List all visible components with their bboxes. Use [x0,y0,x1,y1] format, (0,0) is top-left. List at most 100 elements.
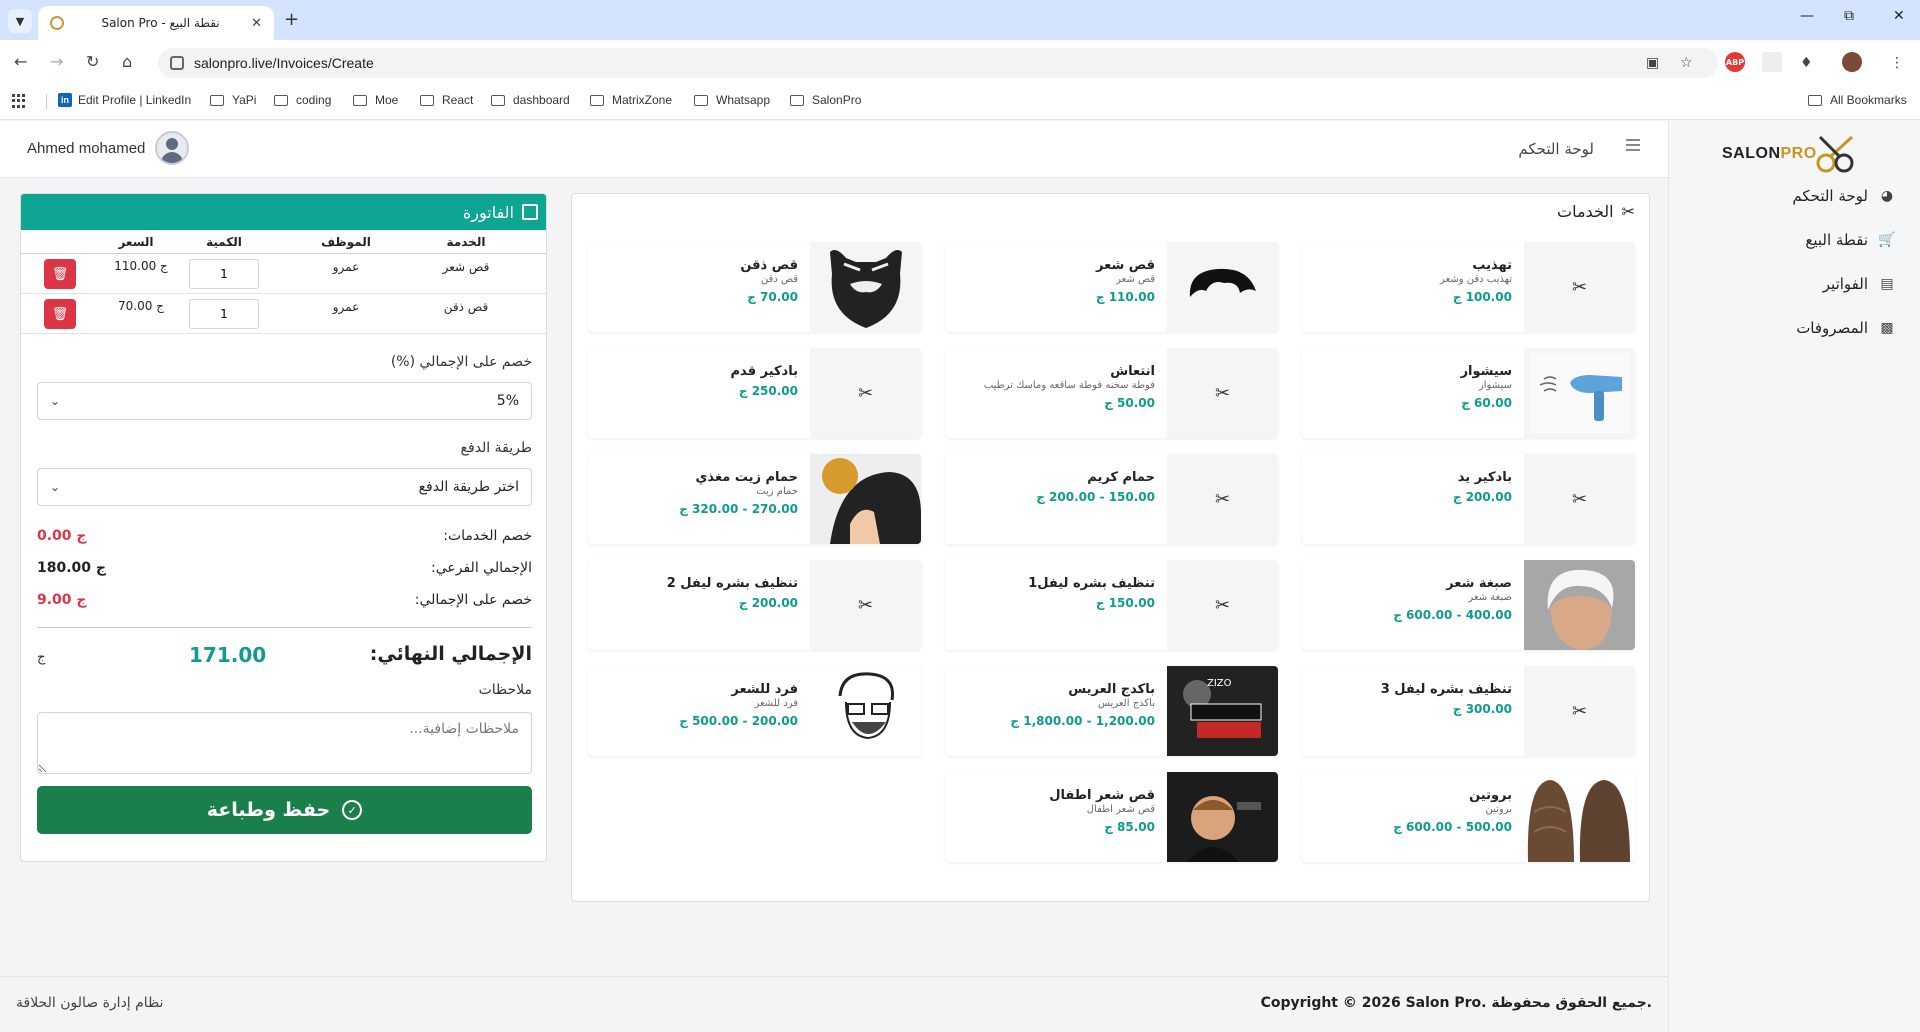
apps-grid-icon[interactable] [12,94,26,108]
service-thumbnail [1524,348,1635,438]
scissors-icon: ✂ [857,382,874,404]
quantity-input[interactable] [189,299,259,329]
hamburger-menu-icon[interactable] [1626,139,1640,151]
row-service: قص شعر [442,260,490,274]
row-price: 110.00 ج [114,259,168,273]
sidebar-item-dashboard[interactable]: ◕ لوحة التحكم [1792,181,1896,211]
service-price: 70.00 ج [747,290,798,304]
scissors-icon: ✂ [1214,382,1231,404]
service-card[interactable]: ✂ بادكير قدم 250.00 ج [588,348,921,438]
profile-avatar[interactable] [1842,52,1862,72]
service-card[interactable]: صبغة شعر صبغة شعر 400.00 - 600.00 ج [1302,560,1635,650]
service-description: قص شعر [1116,274,1155,285]
service-card[interactable]: حمام زيت مغذي حمام زيت 270.00 - 320.00 ج [588,454,921,544]
row-service: قص ذقن [443,300,489,314]
services-discount-value: 0.00 ج [37,528,87,544]
forward-arrow-icon[interactable]: → [50,52,63,71]
install-app-icon[interactable]: ▣ [1646,55,1659,71]
discount-select[interactable]: ⌄ 5% [37,382,532,420]
bookmark-yapi[interactable]: YaPi [210,93,256,107]
service-price: 400.00 - 600.00 ج [1393,608,1512,622]
invoice-table-header: الخدمة الموظف الكمية السعر [21,230,546,254]
service-card[interactable]: ✂ تنظيف بشره ليفل1 150.00 ج [945,560,1278,650]
extension-icon[interactable] [1762,52,1782,72]
service-card[interactable]: ZIZO باكدج العريس باكدج العريس 1,200.00 - 1… [945,666,1278,756]
header-qty: الكمية [206,235,242,249]
folder-icon [1808,94,1822,106]
extensions-puzzle-icon[interactable]: ♦ [1800,55,1813,71]
address-bar[interactable]: salonpro.live/Invoices/Create [158,48,1718,78]
service-card[interactable]: قص شعر قص شعر 110.00 ج [945,242,1278,332]
sidebar-item-expenses[interactable]: ▩ المصروفات [1796,313,1896,343]
save-print-button[interactable]: حفظ وطباعة ✓ [37,786,532,834]
service-card[interactable]: بروتين بروتين 500.00 - 600.00 ج [1302,772,1635,862]
bookmark-linkedin[interactable]: in Edit Profile | LinkedIn [58,93,191,107]
bookmark-react[interactable]: React [420,93,473,107]
service-name: فرد للشعر [731,682,798,697]
bookmark-all[interactable]: All Bookmarks [1808,93,1907,107]
payment-method-select[interactable]: ⌄ اختر طريقة الدفع [37,468,532,506]
grand-total-value: 171.00 [189,643,267,667]
service-card[interactable]: فرد للشعر فرد للشعر 200.00 - 500.00 ج [588,666,921,756]
home-icon[interactable]: ⌂ [122,52,132,71]
service-card[interactable]: قص شعر اطفال قص شعر اطفال 85.00 ج [945,772,1278,862]
window-minimize-icon[interactable]: — [1800,8,1814,24]
service-card[interactable]: قص ذقن قص دقن 70.00 ج [588,242,921,332]
adblock-extension-icon[interactable]: ABP [1725,52,1745,72]
bookmark-whatsapp[interactable]: Whatsapp [694,93,770,107]
scissors-icon: ✂ [1571,276,1588,298]
user-menu[interactable]: Ahmed mohamed [27,131,190,165]
service-info: بادكير قدم 250.00 ج [731,364,798,398]
service-card[interactable]: ✂ تنظيف بشره ليفل 3 300.00 ج [1302,666,1635,756]
site-info-icon[interactable] [170,56,184,70]
footer-system-name: نظام إدارة صالون الحلاقة [16,995,164,1011]
window-close-icon[interactable]: ✕ [1893,8,1905,24]
tab-close-icon[interactable]: ✕ [251,16,262,31]
service-name: بروتين [1469,788,1512,803]
bookmark-coding[interactable]: coding [274,93,331,107]
bookmark-matrixzone[interactable]: MatrixZone [590,93,672,107]
invoice-panel: الفاتورة الخدمة الموظف الكمية السعر قص ش… [20,193,547,862]
quantity-input[interactable] [189,259,259,289]
bookmark-star-icon[interactable]: ☆ [1680,55,1693,71]
salon-pro-logo[interactable]: SALONPRO [1722,127,1862,179]
bookmark-moe[interactable]: Moe [353,93,398,107]
service-info: تهذيب تهذيب دقن وشعر 100.00 ج [1440,258,1512,304]
browser-tab-active[interactable]: Salon Pro - نقطة البيع ✕ [38,6,274,40]
bookmark-dashboard[interactable]: dashboard [491,93,570,107]
service-description: سيشوار [1478,380,1512,391]
service-thumbnail [810,666,921,756]
delete-row-button[interactable]: 🗑 [44,259,76,289]
header-service: الخدمة [446,235,486,249]
service-name: باكدج العريس [1068,682,1155,697]
delete-row-button[interactable]: 🗑 [44,299,76,329]
sidebar-item-invoices[interactable]: ▤ الفواتير [1823,269,1896,299]
reload-icon[interactable]: ↻ [86,52,99,71]
back-arrow-icon[interactable]: ← [14,52,27,71]
service-card[interactable]: ✂ بادكير يد 200.00 ج [1302,454,1635,544]
total-discount-label: خصم على الإجمالي: [414,592,532,608]
notes-textarea[interactable] [37,712,532,774]
scissors-icon: ✂ [857,594,874,616]
service-info: تنظيف بشره ليفل1 150.00 ج [1028,576,1155,610]
services-header: ✂ الخدمات [1557,202,1635,221]
service-description: فرد للشعر [754,698,798,709]
service-price: 100.00 ج [1452,290,1512,304]
user-name: Ahmed mohamed [27,139,146,157]
scissors-icon: ✂ [1571,488,1588,510]
service-card[interactable]: ✂ انتعاش فوطة سخنه فوطة ساقعه وماسك ترطيب 5… [945,348,1278,438]
bookmark-salonpro[interactable]: SalonPro [790,93,861,107]
grand-total-label: الإجمالي النهائي: [369,643,532,665]
service-card[interactable]: ✂ تنظيف بشره ليفل 2 200.00 ج [588,560,921,650]
browser-menu-icon[interactable]: ⋮ [1890,55,1904,71]
sidebar-item-pos[interactable]: 🛒 نقطة البيع [1805,225,1896,255]
tab-list-chevron-icon[interactable]: ▼ [8,9,32,33]
table-row: قص شعر عمرو 110.00 ج 🗑 [21,254,546,294]
new-tab-plus-icon[interactable]: + [284,9,299,30]
service-thumbnail: ✂ [810,560,921,650]
service-price: 300.00 ج [1452,702,1512,716]
service-card[interactable]: ✂ حمام كريم 150.00 - 200.00 ج [945,454,1278,544]
service-card[interactable]: ✂ تهذيب تهذيب دقن وشعر 100.00 ج [1302,242,1635,332]
service-card[interactable]: سيشوار سيشوار 60.00 ج [1302,348,1635,438]
window-restore-icon[interactable]: ⧉ [1844,8,1854,24]
